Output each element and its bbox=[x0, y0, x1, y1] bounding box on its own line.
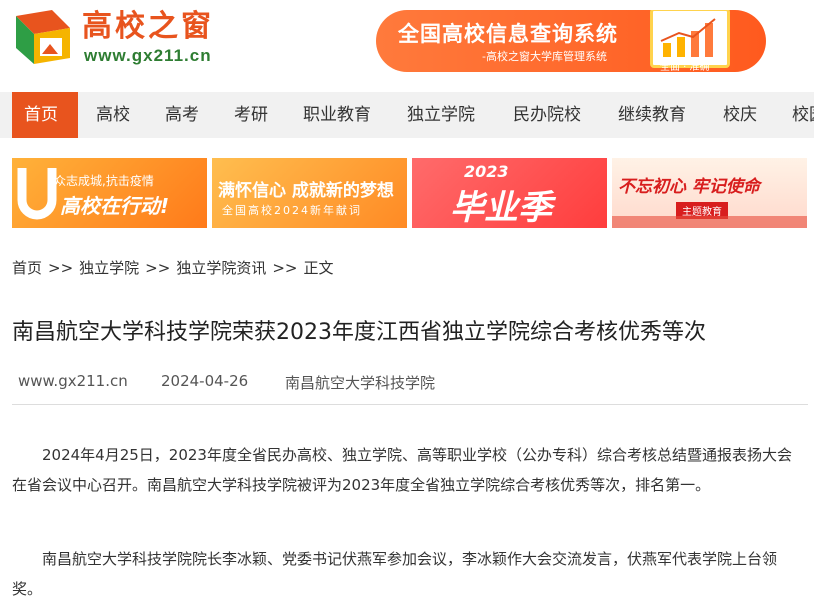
promo-tile-epidemic[interactable]: 众志成城,抗击疫情 高校在行动! bbox=[12, 158, 207, 228]
article-title: 南昌航空大学科技学院荣获2023年度江西省独立学院综合考核优秀等次 bbox=[12, 320, 706, 345]
breadcrumb-current: 正文 bbox=[303, 259, 334, 277]
breadcrumb-independent[interactable]: 独立学院 bbox=[79, 257, 139, 278]
banner-title: 全国高校信息查询系统 bbox=[398, 22, 618, 46]
promo-tile-graduation[interactable]: 2023 毕业季 bbox=[412, 158, 607, 228]
nav-item-gaokao[interactable]: 高考 bbox=[153, 92, 211, 138]
nav-item-anniversary[interactable]: 校庆 bbox=[711, 92, 769, 138]
nav-item-continuing[interactable]: 继续教育 bbox=[606, 92, 698, 138]
breadcrumb-home[interactable]: 首页 bbox=[12, 257, 42, 278]
logo-window-icon bbox=[16, 10, 70, 64]
breadcrumb-news[interactable]: 独立学院资讯 bbox=[176, 257, 266, 278]
site-url: www.gx211.cn bbox=[84, 46, 212, 65]
breadcrumb-separator: >> bbox=[48, 259, 74, 277]
breadcrumb-separator: >> bbox=[145, 259, 171, 277]
u-shape-icon bbox=[17, 168, 57, 220]
nav-item-kaoyan[interactable]: 考研 bbox=[222, 92, 280, 138]
promo-3-line1: 2023 bbox=[464, 162, 509, 181]
site-logo[interactable]: 高校之窗 www.gx211.cn bbox=[12, 6, 252, 66]
banner-subtitle: -高校之窗大学库管理系统 bbox=[482, 50, 607, 63]
article-paragraph: 2024年4月25日，2023年度全省民办高校、独立学院、高等职业学校（公办专科… bbox=[12, 446, 792, 494]
nav-item-home[interactable]: 首页 bbox=[12, 92, 78, 138]
nav-item-colleges[interactable]: 高校 bbox=[84, 92, 142, 138]
nav-item-independent[interactable]: 独立学院 bbox=[395, 92, 487, 138]
promo-1-line1: 众志成城,抗击疫情 bbox=[54, 174, 154, 188]
promo-3-line2: 毕业季 bbox=[450, 188, 552, 228]
nav-item-private[interactable]: 民办院校 bbox=[501, 92, 593, 138]
divider bbox=[12, 404, 808, 405]
breadcrumb: 首页 >> 独立学院 >> 独立学院资讯 >> 正文 bbox=[12, 257, 333, 278]
site-title: 高校之窗 bbox=[82, 9, 214, 44]
promo-tile-newyear[interactable]: 满怀信心 成就新的梦想 全国高校2024新年献词 bbox=[212, 158, 407, 228]
skyline-decoration bbox=[612, 216, 807, 228]
query-system-banner[interactable]: 全国高校信息查询系统 -高校之窗大学库管理系统 全面 · 准确 bbox=[376, 10, 766, 72]
promo-4-line1: 不忘初心 牢记使命 bbox=[618, 177, 760, 197]
promo-2-line2: 全国高校2024新年献词 bbox=[222, 204, 362, 217]
promo-1-line2: 高校在行动! bbox=[60, 194, 170, 218]
main-nav: 首页 高校 高考 考研 职业教育 独立学院 民办院校 继续教育 校庆 校园 bbox=[0, 92, 814, 138]
nav-item-campus[interactable]: 校园 bbox=[780, 92, 814, 138]
banner-tags: 全面 · 准确 bbox=[660, 62, 710, 72]
nav-item-vocational[interactable]: 职业教育 bbox=[291, 92, 383, 138]
promo-2-line1: 满怀信心 成就新的梦想 bbox=[218, 181, 394, 201]
breadcrumb-separator: >> bbox=[272, 259, 298, 277]
article-paragraph: 南昌航空大学科技学院院长李冰颖、党委书记伏燕军参加会议，李冰颖作大会交流发言，伏… bbox=[12, 550, 778, 598]
article-author: 南昌航空大学科技学院 bbox=[285, 374, 436, 392]
article-date: 2024-04-26 bbox=[161, 372, 249, 390]
promo-tile-mission[interactable]: 不忘初心 牢记使命 主题教育 bbox=[612, 158, 807, 228]
article-source: www.gx211.cn bbox=[18, 372, 128, 390]
